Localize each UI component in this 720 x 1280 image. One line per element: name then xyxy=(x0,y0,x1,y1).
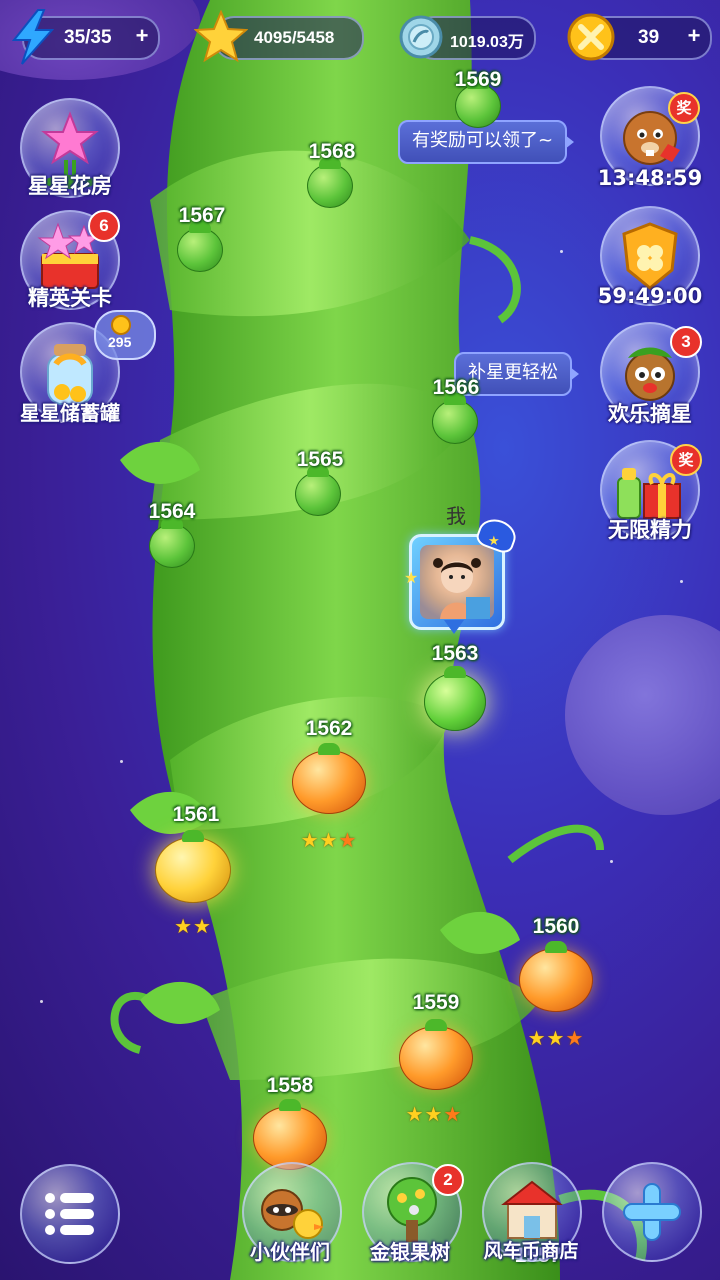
star-rating-icon: ★ xyxy=(174,914,193,938)
star-rating-icon: ★ xyxy=(546,1026,566,1050)
star-rating-icon: ★ xyxy=(565,1026,585,1050)
lightning-icon xyxy=(11,9,55,65)
star-rating-icon: ★ xyxy=(193,914,212,938)
menu-button[interactable] xyxy=(20,1164,120,1264)
gold-value: 39 xyxy=(638,27,660,48)
pod-stem xyxy=(444,666,466,678)
elite-level-badge: 6 xyxy=(88,210,120,242)
level-number: 1568 xyxy=(308,140,356,163)
level-number: 1561 xyxy=(172,803,220,826)
level-number: 1569 xyxy=(454,68,502,91)
pod-stem xyxy=(425,1019,447,1031)
avatar-photo xyxy=(420,545,494,619)
level-number: 1560 xyxy=(532,915,580,938)
pod-stem xyxy=(318,743,340,755)
sparkle-star-icon: ★ xyxy=(488,534,500,549)
happy-pick-star-badge: 3 xyxy=(670,326,702,358)
star-icon xyxy=(194,10,248,63)
pod-stem xyxy=(545,941,567,953)
level-node[interactable] xyxy=(424,666,486,731)
level-number: 1558 xyxy=(266,1074,314,1097)
star-piggy-bank-label: 星星储蓄罐 xyxy=(20,401,120,425)
level-number: 1565 xyxy=(296,448,344,471)
level-node[interactable] xyxy=(177,221,223,272)
add-gold-button[interactable]: + xyxy=(684,25,704,47)
level-node[interactable] xyxy=(292,743,366,814)
level-number: 1559 xyxy=(412,991,460,1014)
star-flower-house-label: 星星花房 xyxy=(28,174,112,198)
child-portrait-icon xyxy=(433,558,490,619)
star-rating-icon: ★ xyxy=(527,1026,547,1050)
coins-value: 1019.03万 xyxy=(450,34,524,51)
money-tree-label: 金银果树 xyxy=(370,1240,450,1264)
level-number: 1564 xyxy=(148,500,196,523)
energy-value: 35/35 xyxy=(64,27,112,48)
stars-value: 4095/5458 xyxy=(254,28,335,47)
money-tree-badge: 2 xyxy=(432,1164,464,1196)
level-node[interactable] xyxy=(432,393,478,444)
windmill-coin-icon xyxy=(399,15,443,59)
event-countdown: 59:49:00 xyxy=(597,284,703,308)
elite-level-label: 精英关卡 xyxy=(28,286,112,310)
more-button[interactable] xyxy=(602,1162,702,1262)
level-node[interactable] xyxy=(399,1019,473,1090)
happy-pick-star-label: 欢乐摘星 xyxy=(608,402,692,426)
unlimited-energy-label: 无限精力 xyxy=(608,518,692,542)
level-node[interactable] xyxy=(155,830,231,903)
star-rating-icon: ★ xyxy=(319,828,339,852)
level-node[interactable] xyxy=(307,157,353,208)
level-node[interactable] xyxy=(149,517,195,568)
list-icon xyxy=(45,1193,94,1235)
pod-stem xyxy=(279,1099,301,1111)
piggy-bank-coin-bubble: 295 xyxy=(94,310,156,360)
star-rating-icon: ★ xyxy=(405,1102,425,1126)
windmill-shop-label: 风车币商店 xyxy=(483,1240,579,1262)
coin-small-icon xyxy=(111,315,131,335)
reward-badge: 奖 xyxy=(668,92,700,124)
star-rating-icon: ★ xyxy=(338,828,358,852)
friends-label: 小伙伴们 xyxy=(250,1240,330,1264)
level-node[interactable] xyxy=(519,941,593,1012)
level-node[interactable] xyxy=(295,465,341,516)
star-rating-icon: ★ xyxy=(424,1102,444,1126)
level-stars: ★★★ xyxy=(528,1026,585,1050)
pod-stem xyxy=(182,830,204,842)
gold-coin-icon xyxy=(567,13,615,61)
piggy-bank-coin-count: 295 xyxy=(108,334,132,350)
level-number: 1567 xyxy=(178,204,226,227)
sparkle-star-icon: ★ xyxy=(404,568,419,587)
reward-countdown: 13:48:59 xyxy=(597,166,703,190)
level-stars: ★★★ xyxy=(301,828,358,852)
level-stars: ★★ xyxy=(174,914,212,938)
level-stars: ★★★ xyxy=(406,1102,463,1126)
star-rating-icon: ★ xyxy=(443,1102,463,1126)
level-node[interactable] xyxy=(253,1099,327,1170)
level-number: 1562 xyxy=(305,717,353,740)
plus-icon xyxy=(623,1183,681,1241)
level-number: 1566 xyxy=(432,376,480,399)
level-number: 1563 xyxy=(431,642,479,665)
add-energy-button[interactable]: + xyxy=(132,25,152,47)
unlimited-energy-badge: 奖 xyxy=(670,444,702,476)
star-rating-icon: ★ xyxy=(300,828,320,852)
player-label: 我 xyxy=(446,504,466,528)
avatar-pointer xyxy=(444,620,464,634)
